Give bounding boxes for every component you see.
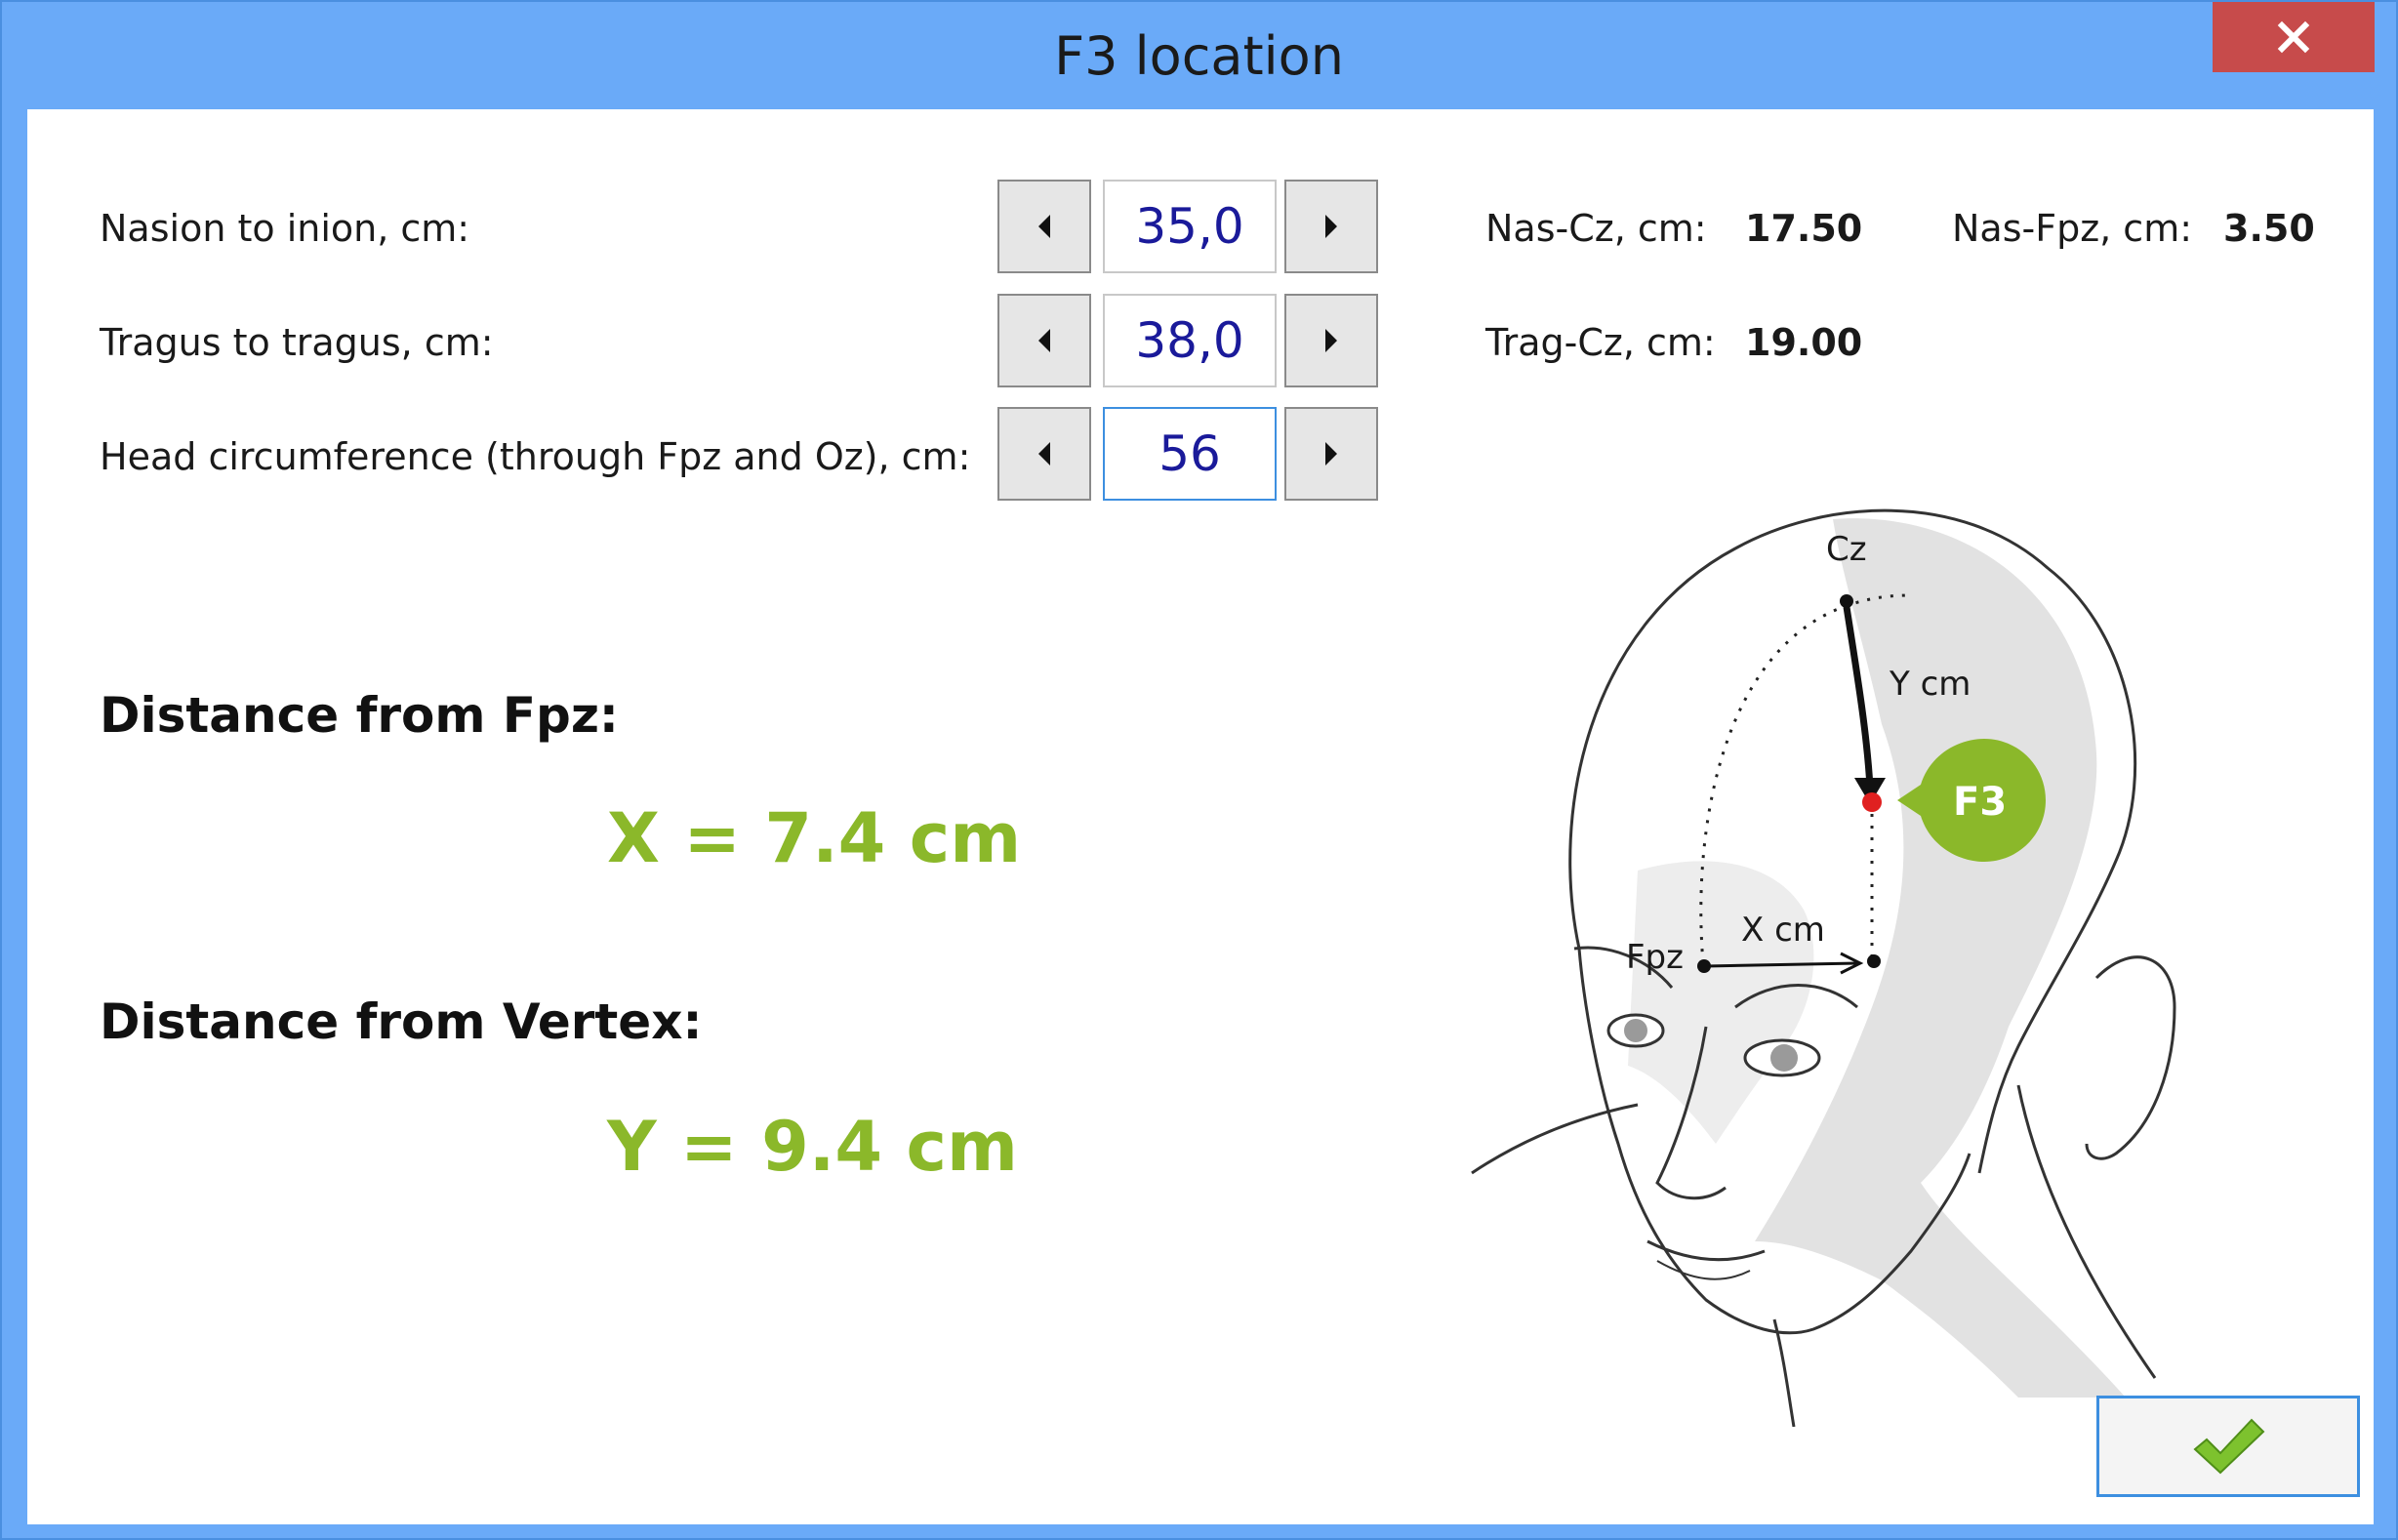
arrow-left-icon (1038, 329, 1050, 352)
fpz-distance-heading: Distance from Fpz: (100, 687, 619, 744)
y-distance-value: Y = 9.4 cm (607, 1107, 1018, 1187)
tragus-tragus-decrement-button[interactable] (997, 294, 1091, 387)
trag-cz-label: Trag-Cz, cm: (1485, 321, 1716, 364)
close-icon (2277, 20, 2310, 54)
fpz-point (1697, 959, 1711, 973)
f3-point (1862, 792, 1882, 812)
fpz-label: Fpz (1626, 938, 1684, 977)
arrow-right-icon (1325, 329, 1337, 352)
nasion-inion-increment-button[interactable] (1284, 180, 1378, 273)
vertex-distance-heading: Distance from Vertex: (100, 993, 703, 1050)
arrow-right-icon (1325, 215, 1337, 238)
checkmark-icon (2193, 1418, 2265, 1475)
nasion-inion-label: Nasion to inion, cm: (100, 207, 470, 250)
nasion-inion-input[interactable] (1103, 180, 1277, 273)
head-circumference-decrement-button[interactable] (997, 407, 1091, 501)
x-end-point (1867, 954, 1881, 968)
head-illustration: Cz Fpz Y cm X cm F3 (1471, 508, 2176, 1427)
cz-point (1840, 594, 1853, 608)
nasion-inion-decrement-button[interactable] (997, 180, 1091, 273)
y-cm-label: Y cm (1889, 665, 1971, 704)
head-circumference-increment-button[interactable] (1284, 407, 1378, 501)
nas-cz-label: Nas-Cz, cm: (1485, 207, 1707, 250)
arrow-left-icon (1038, 442, 1050, 466)
cz-label: Cz (1826, 530, 1867, 569)
tragus-tragus-label: Tragus to tragus, cm: (100, 321, 494, 364)
dialog-window: F3 location Nasion to inion, cm: Tragus … (0, 0, 2398, 1540)
neck-left (1471, 1103, 1639, 1175)
ok-button[interactable] (2096, 1396, 2360, 1497)
window-title: F3 location (1054, 25, 1344, 87)
nas-cz-value: 17.50 (1745, 207, 1863, 250)
trag-cz-value: 19.00 (1745, 321, 1863, 364)
dialog-content: Nasion to inion, cm: Tragus to tragus, c… (27, 109, 2374, 1524)
mouth (1646, 1239, 1766, 1262)
face-shading (1628, 861, 1814, 1144)
nas-fpz-label: Nas-Fpz, cm: (1952, 207, 2193, 250)
head-circumference-label: Head circumference (through Fpz and Oz),… (100, 435, 971, 478)
tragus-tragus-increment-button[interactable] (1284, 294, 1378, 387)
head-circumference-input[interactable] (1103, 407, 1277, 501)
arrow-left-icon (1038, 215, 1050, 238)
arrow-right-icon (1325, 442, 1337, 466)
f3-badge-label: F3 (1953, 780, 2007, 825)
x-cm-label: X cm (1741, 911, 1825, 950)
tragus-tragus-input[interactable] (1103, 294, 1277, 387)
close-button[interactable] (2213, 2, 2375, 72)
neck-front (1772, 1318, 1796, 1427)
nas-fpz-value: 3.50 (2223, 207, 2315, 250)
title-bar[interactable]: F3 location (2, 2, 2396, 109)
x-distance-value: X = 7.4 cm (607, 798, 1022, 878)
ear (2085, 955, 2176, 1160)
